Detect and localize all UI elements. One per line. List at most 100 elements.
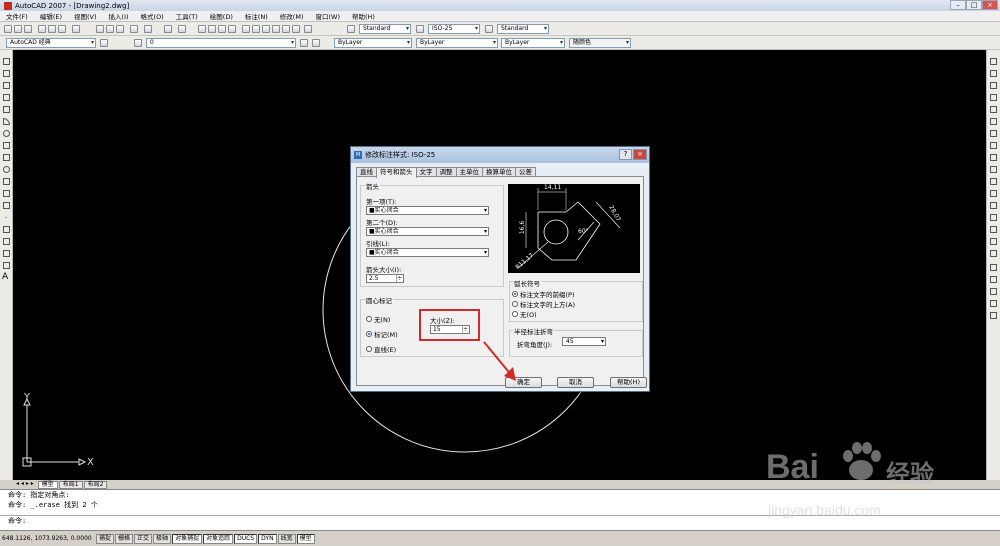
copy-icon[interactable] bbox=[106, 25, 114, 33]
redo-icon[interactable] bbox=[178, 25, 186, 33]
arc-above-radio[interactable]: 标注文字的上方(A) bbox=[512, 299, 575, 309]
layer-select[interactable]: 0 bbox=[146, 38, 296, 48]
tab-nav-arrows[interactable]: ◂ ◂ ▸ ▸ bbox=[13, 480, 37, 489]
construction-line-icon[interactable] bbox=[3, 70, 10, 77]
sheet-set-icon[interactable] bbox=[272, 25, 280, 33]
extend-icon[interactable] bbox=[990, 178, 997, 185]
leader-arrow-select[interactable]: ■实心闭合 bbox=[366, 248, 489, 257]
menu-tools[interactable]: 工具(T) bbox=[170, 11, 204, 21]
center-mark-radio[interactable]: 标记(M) bbox=[366, 329, 398, 339]
center-none-radio[interactable]: 无(N) bbox=[366, 314, 390, 324]
osnap-toggle[interactable]: 对象捕捉 bbox=[172, 533, 203, 544]
new-icon[interactable] bbox=[4, 25, 12, 33]
3d-dwf-icon[interactable] bbox=[72, 25, 80, 33]
help-button[interactable]: 帮助(H) bbox=[610, 377, 647, 388]
menu-file[interactable]: 文件(F) bbox=[0, 11, 34, 21]
scale-icon[interactable] bbox=[990, 142, 997, 149]
print-icon[interactable] bbox=[38, 25, 46, 33]
bring-above-icon[interactable] bbox=[990, 300, 997, 307]
stretch-icon[interactable] bbox=[990, 154, 997, 161]
model-toggle[interactable]: 模型 bbox=[296, 533, 315, 544]
preview-icon[interactable] bbox=[48, 25, 56, 33]
tab-symbols-arrows[interactable]: 符号和箭头 bbox=[376, 167, 417, 178]
tab-model[interactable]: 模型 bbox=[37, 480, 58, 489]
cancel-button[interactable]: 取消 bbox=[557, 377, 594, 388]
polyline-icon[interactable] bbox=[3, 82, 10, 89]
menu-draw[interactable]: 绘图(D) bbox=[204, 11, 239, 21]
ortho-toggle[interactable]: 正交 bbox=[134, 533, 153, 544]
text-style-select[interactable]: Standard bbox=[359, 24, 411, 34]
insert-block-icon[interactable] bbox=[3, 190, 10, 197]
mtext-icon[interactable]: A bbox=[2, 272, 9, 282]
join-icon[interactable] bbox=[990, 214, 997, 221]
workspace-select[interactable]: AutoCAD 经典 bbox=[6, 38, 96, 48]
minimize-button[interactable]: – bbox=[950, 0, 966, 10]
markup-icon[interactable] bbox=[282, 25, 290, 33]
linetype-select[interactable]: ByLayer bbox=[416, 38, 498, 48]
properties-icon[interactable] bbox=[242, 25, 250, 33]
paste-icon[interactable] bbox=[116, 25, 124, 33]
first-arrow-select[interactable]: ■实心闭合 bbox=[366, 206, 489, 215]
help-icon[interactable] bbox=[304, 25, 312, 33]
design-center-icon[interactable] bbox=[252, 25, 260, 33]
dialog-help-icon[interactable]: ? bbox=[619, 149, 632, 160]
table-icon[interactable] bbox=[3, 262, 10, 269]
mirror-icon[interactable] bbox=[990, 82, 997, 89]
line-icon[interactable] bbox=[3, 58, 10, 65]
zoom-previous-icon[interactable] bbox=[228, 25, 236, 33]
erase-icon[interactable] bbox=[990, 58, 997, 65]
lineweight-toggle[interactable]: 线宽 bbox=[277, 533, 296, 544]
open-icon[interactable] bbox=[14, 25, 22, 33]
publish-icon[interactable] bbox=[58, 25, 66, 33]
rotate-icon[interactable] bbox=[990, 130, 997, 137]
explode-icon[interactable] bbox=[990, 250, 997, 257]
menu-window[interactable]: 窗口(W) bbox=[309, 11, 346, 21]
match-properties-icon[interactable] bbox=[130, 25, 138, 33]
grid-toggle[interactable]: 栅格 bbox=[115, 533, 134, 544]
zoom-window-icon[interactable] bbox=[218, 25, 226, 33]
make-block-icon[interactable] bbox=[3, 202, 10, 209]
send-under-icon[interactable] bbox=[990, 312, 997, 319]
draworder-front-icon[interactable] bbox=[990, 276, 997, 283]
dialog-close-icon[interactable]: × bbox=[633, 149, 647, 160]
otrack-toggle[interactable]: 对象追踪 bbox=[203, 533, 234, 544]
menu-insert[interactable]: 插入(I) bbox=[103, 11, 135, 21]
menu-dimension[interactable]: 标注(N) bbox=[239, 11, 274, 21]
table-style-select[interactable]: Standard bbox=[497, 24, 549, 34]
tool-palettes-icon[interactable] bbox=[262, 25, 270, 33]
arc-none-radio[interactable]: 无(O) bbox=[512, 309, 537, 319]
draworder-back-icon[interactable] bbox=[990, 288, 997, 295]
color-select[interactable]: ByLayer bbox=[334, 38, 412, 48]
revcloud-icon[interactable] bbox=[3, 142, 10, 149]
fillet-icon[interactable] bbox=[990, 238, 997, 245]
break-icon[interactable] bbox=[990, 202, 997, 209]
gradient-icon[interactable] bbox=[3, 238, 10, 245]
undo-icon[interactable] bbox=[164, 25, 172, 33]
center-line-radio[interactable]: 直线(E) bbox=[366, 344, 396, 354]
dyn-toggle[interactable]: DYN bbox=[258, 533, 277, 544]
arc-prefix-radio[interactable]: 标注文字的前缀(P) bbox=[512, 289, 575, 299]
point-icon[interactable]: · bbox=[5, 214, 12, 222]
save-icon[interactable] bbox=[24, 25, 32, 33]
chamfer-icon[interactable] bbox=[990, 226, 997, 233]
second-arrow-select[interactable]: ■实心闭合 bbox=[366, 227, 489, 236]
tab-layout2[interactable]: 布局2 bbox=[83, 480, 108, 489]
trim-icon[interactable] bbox=[990, 166, 997, 173]
menu-modify[interactable]: 修改(M) bbox=[274, 11, 310, 21]
maximize-button[interactable]: □ bbox=[966, 0, 982, 10]
menu-format[interactable]: 格式(O) bbox=[135, 11, 170, 21]
offset-icon[interactable] bbox=[990, 94, 997, 101]
layer-manager-icon[interactable] bbox=[134, 39, 142, 47]
menu-edit[interactable]: 编辑(E) bbox=[34, 11, 68, 21]
draworder-icon[interactable] bbox=[990, 264, 997, 271]
polygon-icon[interactable] bbox=[3, 94, 10, 101]
move-icon[interactable] bbox=[990, 118, 997, 125]
cut-icon[interactable] bbox=[96, 25, 104, 33]
region-icon[interactable] bbox=[3, 250, 10, 257]
array-icon[interactable] bbox=[990, 106, 997, 113]
lineweight-select[interactable]: ByLayer bbox=[501, 38, 565, 48]
plotstyle-select[interactable]: 随颜色 bbox=[569, 38, 631, 48]
snap-toggle[interactable]: 捕捉 bbox=[96, 533, 115, 544]
spline-icon[interactable] bbox=[3, 154, 10, 161]
close-button[interactable]: × bbox=[982, 0, 998, 10]
